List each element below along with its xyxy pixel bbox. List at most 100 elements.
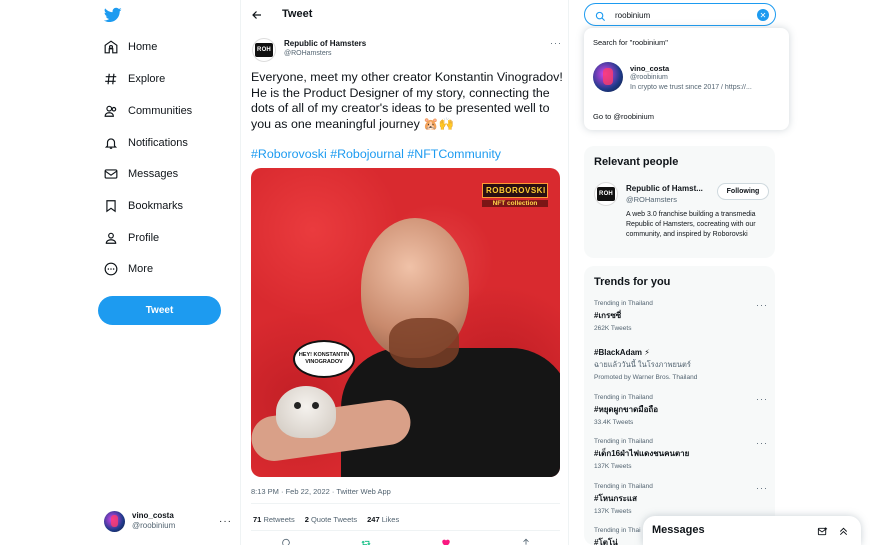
stat-label: Likes <box>381 515 400 524</box>
trend-more-icon[interactable]: ··· <box>756 483 768 493</box>
relevant-user[interactable]: ROH Republic of Hamst... @ROHamsters Fol… <box>594 182 769 250</box>
messages-drawer-title: Messages <box>652 524 705 536</box>
divider <box>251 503 560 504</box>
nav-item-label: Communities <box>128 105 193 117</box>
tweet-stats: 71 Retweets 2 Quote Tweets 247 Likes <box>253 515 399 524</box>
nav-item-label: Messages <box>128 168 179 180</box>
stat-label: Retweets <box>263 515 295 524</box>
trend-item-promoted[interactable]: #BlackAdam ⚡ ฉายแล้ววันนี้ ในโรงภาพยนตร์… <box>594 346 764 381</box>
following-button[interactable]: Following <box>717 183 769 200</box>
nav-item-label: Bookmarks <box>128 200 184 212</box>
trend-more-icon[interactable]: ··· <box>756 300 768 310</box>
trend-context: Trending in Thailand <box>594 394 653 401</box>
nav-item-label: More <box>128 263 154 275</box>
retweets-stat[interactable]: 71 Retweets <box>253 515 295 524</box>
expand-chevron-icon[interactable] <box>838 524 849 536</box>
bookmark-icon <box>104 199 118 213</box>
avatar-logo-text: ROH <box>597 187 615 201</box>
trend-name: #โหนกระแส <box>594 494 637 503</box>
relevant-user-handle: @ROHamsters <box>626 195 677 204</box>
relevant-user-bio: A web 3.0 franchise building a transmedi… <box>626 211 756 238</box>
tweet-author: ROH Republic of Hamsters @ROHamsters ··· <box>252 38 562 62</box>
search-dropdown: Search for "roobinium" vino_costa @roobi… <box>584 28 789 130</box>
trend-more-icon[interactable]: ··· <box>756 394 768 404</box>
page-title: Tweet <box>282 8 313 20</box>
avatar <box>593 62 623 92</box>
left-navigation: Home Explore Communities Notifications M… <box>90 0 240 545</box>
account-switcher[interactable]: vino_costa @roobinium ··· <box>104 508 232 534</box>
trend-item[interactable]: Trending in Thailand #เกรซซี่ 262K Tweet… <box>594 300 767 332</box>
nav-item-home[interactable]: Home <box>104 36 157 58</box>
nav-item-messages[interactable]: Messages <box>104 163 178 185</box>
tweet-hashtags[interactable]: #Roborovoski #Robojournal #NFTCommunity <box>251 147 501 161</box>
share-icon[interactable] <box>521 538 531 545</box>
trend-item[interactable]: Trending in Thailand #เด็ก16ฝ่าไฟแดงชนคน… <box>594 438 767 470</box>
communities-icon <box>104 104 118 118</box>
search-result-user[interactable]: vino_costa @roobinium In crypto we trust… <box>593 62 783 96</box>
trend-context: Trending in Thailand <box>594 438 653 445</box>
trend-item[interactable]: Trending in Thailand #หยุดผูกขาดมือถือ 3… <box>594 394 767 426</box>
trend-count: 137K Tweets <box>594 463 632 470</box>
nav-item-communities[interactable]: Communities <box>104 100 192 122</box>
relevant-people-panel: Relevant people ROH Republic of Hamst...… <box>584 146 775 258</box>
search-for-option[interactable]: Search for "roobinium" <box>593 38 668 47</box>
search-icon <box>595 9 606 22</box>
nav-item-label: Profile <box>128 232 160 244</box>
nav-item-profile[interactable]: Profile <box>104 227 159 249</box>
stat-count: 247 <box>367 515 380 524</box>
retweet-icon[interactable] <box>361 538 371 545</box>
trend-context: Trending in Thailand <box>594 300 653 307</box>
tweet-text: Everyone, meet my other creator Konstant… <box>251 70 563 131</box>
search-input[interactable] <box>615 8 745 22</box>
search-box[interactable]: ✕ <box>584 3 776 26</box>
likes-stat[interactable]: 247 Likes <box>367 515 399 524</box>
author-handle[interactable]: @ROHamsters <box>284 50 332 57</box>
new-message-icon[interactable] <box>817 524 828 536</box>
tweet-button[interactable]: Tweet <box>98 296 221 325</box>
result-bio: In crypto we trust since 2017 / https://… <box>630 84 752 91</box>
roborovski-logo: ROBOROVSKI NFT collection <box>482 183 548 209</box>
tweet-actions <box>281 538 531 545</box>
messages-drawer[interactable]: Messages <box>643 516 861 545</box>
bell-icon <box>104 136 118 150</box>
tweet-image[interactable]: ROBOROVSKI NFT collection HEY! KONSTANTI… <box>251 168 560 477</box>
hamster-figurine <box>276 386 336 438</box>
trends-panel: Trends for you Trending in Thailand #เกร… <box>584 266 775 545</box>
go-to-profile-option[interactable]: Go to @roobinium <box>593 112 654 121</box>
trend-item[interactable]: Trending in Thailand #โหนกระแส 137K Twee… <box>594 483 767 515</box>
panel-title: Relevant people <box>594 156 679 168</box>
back-arrow-icon[interactable] <box>251 8 263 20</box>
tweet-timestamp: 8:13 PM · Feb 22, 2022 · Twitter Web App <box>251 487 391 496</box>
reply-icon[interactable] <box>281 538 291 545</box>
like-icon[interactable] <box>441 538 451 545</box>
envelope-icon <box>104 167 118 181</box>
author-avatar: ROH <box>594 182 618 206</box>
stat-count: 71 <box>253 515 262 524</box>
nav-item-more[interactable]: More <box>104 258 153 280</box>
trend-context: Trending in Thailand <box>594 483 653 490</box>
right-sidebar: ✕ Search for "roobinium" vino_costa @roo… <box>584 0 789 545</box>
tweet-more-icon[interactable]: ··· <box>550 38 562 48</box>
logo-line-2: NFT collection <box>482 200 548 207</box>
person-icon <box>104 231 118 245</box>
nav-item-notifications[interactable]: Notifications <box>104 132 188 154</box>
author-name[interactable]: Republic of Hamsters <box>284 39 366 48</box>
twitter-logo-icon[interactable] <box>103 6 122 24</box>
trend-count: 137K Tweets <box>594 508 632 515</box>
result-handle: @roobinium <box>630 74 668 81</box>
avatar <box>104 510 125 532</box>
home-icon <box>104 40 118 54</box>
stat-label: Quote Tweets <box>310 515 358 524</box>
nav-item-label: Home <box>128 41 158 53</box>
trend-description: ฉายแล้ววันนี้ ในโรงภาพยนตร์ <box>594 360 691 369</box>
avatar-logo-text: ROH <box>255 43 273 57</box>
quote-tweets-stat[interactable]: 2 Quote Tweets <box>305 515 357 524</box>
relevant-user-name: Republic of Hamst... <box>626 184 703 193</box>
author-avatar[interactable]: ROH <box>252 38 276 62</box>
trend-more-icon[interactable]: ··· <box>756 438 768 448</box>
tweet-detail-column: Tweet ROH Republic of Hamsters @ROHamste… <box>240 0 569 545</box>
nav-item-explore[interactable]: Explore <box>104 68 165 90</box>
nav-item-bookmarks[interactable]: Bookmarks <box>104 195 183 217</box>
stat-count: 2 <box>304 515 309 524</box>
clear-search-icon[interactable]: ✕ <box>757 9 769 21</box>
